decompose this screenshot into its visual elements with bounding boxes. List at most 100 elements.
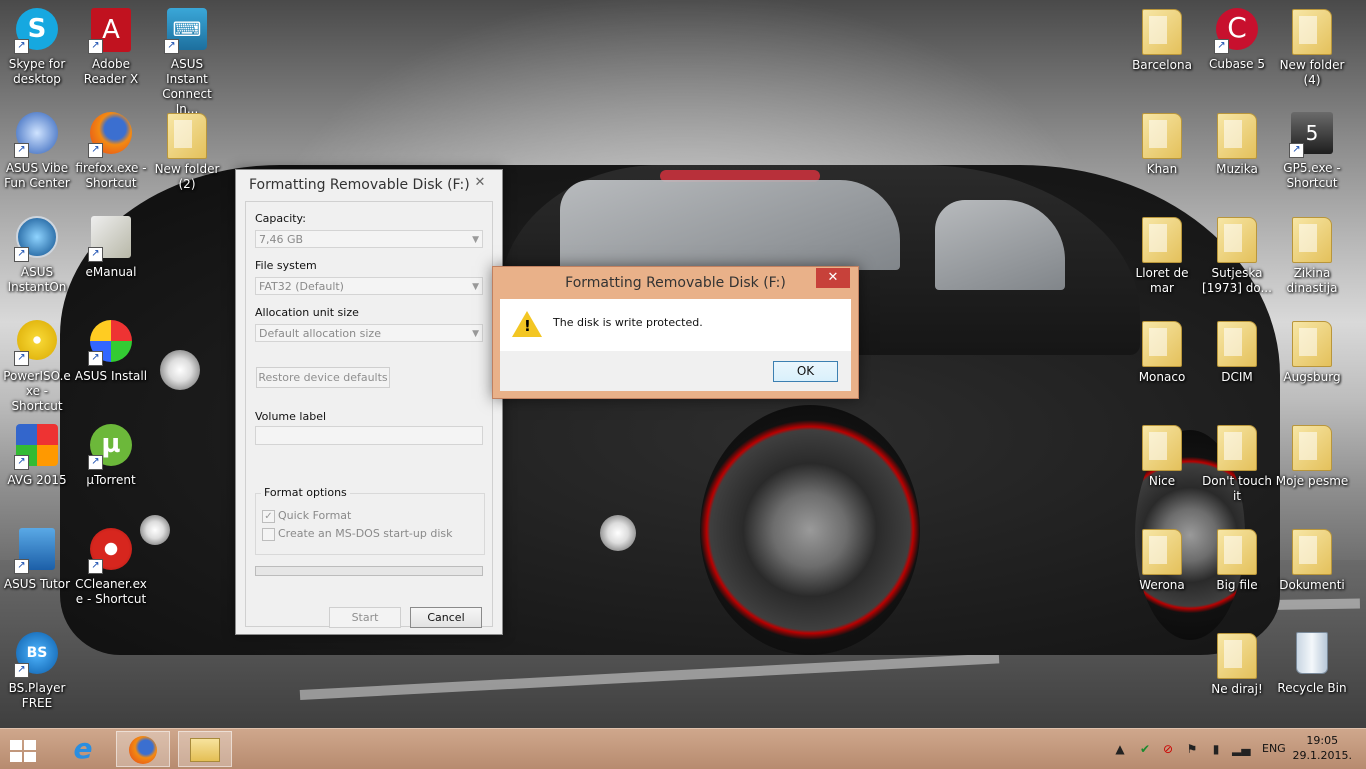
start-button[interactable]: Start <box>329 607 401 628</box>
format-options-label: Format options <box>261 486 350 499</box>
format-progress-bar <box>255 566 483 576</box>
write-protected-message-box: Formatting Removable Disk (F:) ✕ ! The d… <box>492 266 859 399</box>
desktop-icon-avg[interactable]: ↗ AVG 2015 <box>0 424 74 488</box>
start-button[interactable] <box>0 731 54 767</box>
folder-icon <box>1289 9 1335 55</box>
desktop-icon-utorrent[interactable]: µ ↗ µTorrent <box>74 424 148 488</box>
folder-icon <box>1139 529 1185 575</box>
folder-icon <box>1289 321 1335 367</box>
desktop-icon-werona[interactable]: Werona <box>1125 528 1199 593</box>
desktop-icon-zikina-dinastija[interactable]: Zikina dinastija <box>1275 216 1349 296</box>
asus-instanton-icon: ↗ <box>14 216 60 262</box>
desktop-icon-poweriso[interactable]: ↗ PowerISO.exe - Shortcut <box>0 320 74 414</box>
folder-icon <box>1289 529 1335 575</box>
desktop-icon-khan[interactable]: Khan <box>1125 112 1199 177</box>
folder-icon <box>1214 529 1260 575</box>
message-box-close-button[interactable]: ✕ <box>816 268 850 288</box>
firefox-icon: ↗ <box>88 112 134 158</box>
ccleaner-icon: ↗ <box>88 528 134 574</box>
internet-explorer-icon: e <box>73 732 93 765</box>
desktop-icon-ccleaner[interactable]: ↗ CCleaner.exe - Shortcut <box>74 528 148 607</box>
desktop-icon-dokumenti[interactable]: Dokumenti <box>1275 528 1349 593</box>
show-hidden-icons-button[interactable]: ▲ <box>1112 741 1128 757</box>
desktop-icon-muzika[interactable]: Muzika <box>1200 112 1274 177</box>
message-box-title: Formatting Removable Disk (F:) <box>565 275 786 291</box>
taskbar-internet-explorer[interactable]: e <box>56 731 110 767</box>
format-dialog-close-button[interactable]: ✕ <box>466 173 494 193</box>
folder-icon <box>1139 217 1185 263</box>
desktop-icon-asus-tutor[interactable]: ↗ ASUS Tutor <box>0 528 74 592</box>
desktop-icon-nice[interactable]: Nice <box>1125 424 1199 489</box>
cancel-button[interactable]: Cancel <box>410 607 482 628</box>
restore-defaults-button[interactable]: Restore device defaults <box>256 367 390 388</box>
antivirus-tray-icon[interactable]: ✔ <box>1137 741 1153 757</box>
capacity-label: Capacity: <box>255 212 306 225</box>
desktop-icon-emanual[interactable]: ↗ eManual <box>74 216 148 280</box>
desktop-icon-asus-install[interactable]: ↗ ASUS Install <box>74 320 148 384</box>
network-signal-icon[interactable]: ▂▄ <box>1232 741 1250 757</box>
firefox-icon <box>129 736 157 764</box>
desktop-icon-dcim[interactable]: DCIM <box>1200 320 1274 385</box>
message-box-body: ! The disk is write protected. <box>500 299 851 351</box>
volume-label-label: Volume label <box>255 410 327 423</box>
format-dialog-content: Capacity: 7,46 GB ▼ File system FAT32 (D… <box>245 201 493 628</box>
capacity-select[interactable]: 7,46 GB ▼ <box>255 230 483 248</box>
desktop-icon-new-folder-2[interactable]: New folder (2) <box>150 112 224 192</box>
desktop-icon-big-file[interactable]: Big file <box>1200 528 1274 593</box>
desktop-icon-dont-touch-it[interactable]: Don't touch it <box>1200 424 1274 504</box>
format-dialog-title: Formatting Removable Disk (F:) <box>236 170 502 200</box>
desktop-icon-ne-diraj[interactable]: Ne diraj! <box>1200 632 1274 697</box>
disc-icon: ↗ <box>14 320 60 366</box>
skype-icon: S ↗ <box>14 8 60 54</box>
taskbar: e ▲ ✔ ⊘ ⚑ ▮ ▂▄ ENG 19:05 29.1.2015. <box>0 728 1366 769</box>
desktop-icon-moje-pesme[interactable]: Moje pesme <box>1275 424 1349 489</box>
filesystem-select[interactable]: FAT32 (Default) ▼ <box>255 277 483 295</box>
desktop-icon-augsburg[interactable]: Augsburg <box>1275 320 1349 385</box>
guitar-pro-icon: 5 ↗ <box>1289 112 1335 158</box>
folder-icon <box>1214 321 1260 367</box>
desktop-icon-skype[interactable]: S ↗ Skype for desktop <box>0 8 74 87</box>
folder-icon <box>1214 113 1260 159</box>
action-center-flag-icon[interactable]: ⚑ <box>1184 741 1200 757</box>
allocation-select[interactable]: Default allocation size ▼ <box>255 324 483 342</box>
wallpaper-car-wheel <box>700 405 920 655</box>
desktop-icon-new-folder-4[interactable]: New folder (4) <box>1275 8 1349 88</box>
asus-instant-connect-icon: ⌨ ↗ <box>164 8 210 54</box>
desktop-icon-recycle-bin[interactable]: Recycle Bin <box>1275 632 1349 696</box>
volume-label-input[interactable] <box>255 426 483 445</box>
taskbar-firefox[interactable] <box>116 731 170 767</box>
msdos-startup-checkbox[interactable] <box>262 528 275 541</box>
allocation-label: Allocation unit size <box>255 306 359 319</box>
battery-icon[interactable]: ▮ <box>1208 741 1224 757</box>
ok-button[interactable]: OK <box>773 361 838 382</box>
desktop-icon-lloret-de-mar[interactable]: Lloret de mar <box>1125 216 1199 296</box>
desktop-icon-asus-instant-connect[interactable]: ⌨ ↗ ASUS Instant Connect In... <box>150 8 224 117</box>
desktop-icon-bsplayer[interactable]: BS ↗ BS.Player FREE <box>0 632 74 711</box>
windows-start-icon <box>10 740 38 762</box>
avg-icon: ↗ <box>14 424 60 470</box>
format-dialog: Formatting Removable Disk (F:) ✕ Capacit… <box>235 169 503 635</box>
desktop-icon-asus-vibe[interactable]: ↗ ASUS Vibe Fun Center <box>0 112 74 191</box>
clock-time: 19:05 <box>1306 734 1339 747</box>
desktop-icon-gp5[interactable]: 5 ↗ GP5.exe - Shortcut <box>1275 112 1349 191</box>
desktop-icon-sutjeska[interactable]: Sutjeska [1973] do... <box>1200 216 1274 296</box>
desktop-icon-cubase[interactable]: C ↗ Cubase 5 <box>1200 8 1274 72</box>
system-clock[interactable]: 19:05 29.1.2015. <box>1293 733 1352 763</box>
desktop-icon-barcelona[interactable]: Barcelona <box>1125 8 1199 73</box>
quick-format-checkbox[interactable]: ✓ <box>262 510 275 523</box>
wallpaper-car-window <box>560 180 900 270</box>
file-explorer-icon <box>190 738 220 762</box>
desktop-icon-monaco[interactable]: Monaco <box>1125 320 1199 385</box>
language-indicator[interactable]: ENG <box>1262 742 1286 755</box>
message-text: The disk is write protected. <box>553 316 703 329</box>
recycle-bin-icon <box>1289 632 1335 678</box>
desktop-icon-adobe-reader[interactable]: A ↗ Adobe Reader X <box>74 8 148 87</box>
msdos-startup-label: Create an MS-DOS start-up disk <box>278 527 453 540</box>
desktop-icon-asus-instanton[interactable]: ↗ ASUS InstantOn <box>0 216 74 295</box>
asus-tutor-icon: ↗ <box>14 528 60 574</box>
folder-icon <box>1139 113 1185 159</box>
mute-speaker-icon[interactable]: ⊘ <box>1160 741 1176 757</box>
taskbar-file-explorer[interactable] <box>178 731 232 767</box>
desktop-icon-firefox-shortcut[interactable]: ↗ firefox.exe - Shortcut <box>74 112 148 191</box>
emanual-icon: ↗ <box>88 216 134 262</box>
